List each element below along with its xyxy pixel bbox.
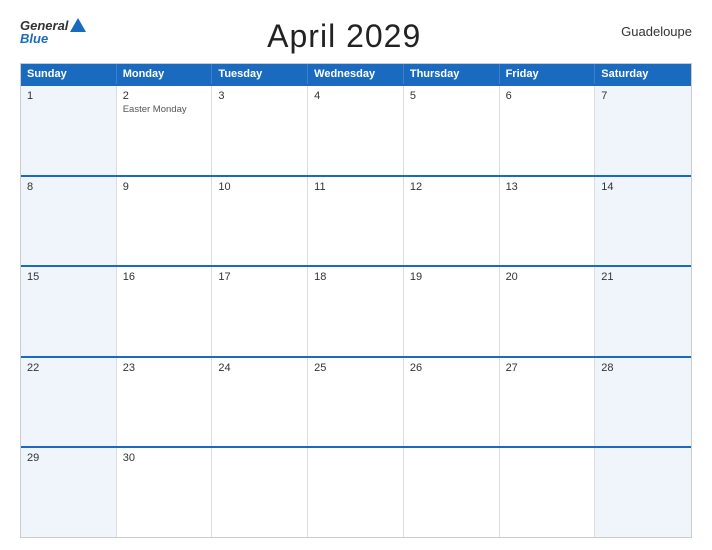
cal-cell: [595, 448, 691, 537]
cal-cell: 13: [500, 177, 596, 266]
logo: General Blue: [20, 18, 86, 46]
header-day-tuesday: Tuesday: [212, 64, 308, 84]
day-number: 26: [410, 362, 493, 374]
cal-cell: 25: [308, 358, 404, 447]
day-number: 23: [123, 362, 206, 374]
day-number: 2: [123, 90, 206, 102]
cal-cell: 27: [500, 358, 596, 447]
logo-triangle-icon: [70, 18, 86, 32]
cal-cell: 19: [404, 267, 500, 356]
day-number: 7: [601, 90, 685, 102]
cal-cell: 23: [117, 358, 213, 447]
day-number: 3: [218, 90, 301, 102]
cal-cell: 1: [21, 86, 117, 175]
cal-cell: 15: [21, 267, 117, 356]
cal-cell: 4: [308, 86, 404, 175]
cal-cell: 20: [500, 267, 596, 356]
cal-cell: 28: [595, 358, 691, 447]
cal-cell: 6: [500, 86, 596, 175]
header-day-saturday: Saturday: [595, 64, 691, 84]
cal-cell: 30: [117, 448, 213, 537]
day-number: 25: [314, 362, 397, 374]
cal-cell: 16: [117, 267, 213, 356]
day-number: 17: [218, 271, 301, 283]
cal-cell: 5: [404, 86, 500, 175]
header: General Blue April 2029 Guadeloupe: [20, 18, 692, 55]
month-title: April 2029: [86, 18, 602, 55]
header-day-wednesday: Wednesday: [308, 64, 404, 84]
day-number: 9: [123, 181, 206, 193]
region-label: Guadeloupe: [602, 18, 692, 39]
page: General Blue April 2029 Guadeloupe Sunda…: [0, 0, 712, 550]
cal-cell: 14: [595, 177, 691, 266]
cal-cell: [212, 448, 308, 537]
cal-cell: 12: [404, 177, 500, 266]
day-number: 4: [314, 90, 397, 102]
cal-cell: 7: [595, 86, 691, 175]
calendar-body: 12Easter Monday3456789101112131415161718…: [21, 84, 691, 537]
day-number: 1: [27, 90, 110, 102]
cal-cell: 17: [212, 267, 308, 356]
cal-cell: 18: [308, 267, 404, 356]
day-number: 14: [601, 181, 685, 193]
cal-cell: [500, 448, 596, 537]
day-number: 30: [123, 452, 206, 464]
cal-cell: 21: [595, 267, 691, 356]
title-area: April 2029: [86, 18, 602, 55]
cal-cell: 9: [117, 177, 213, 266]
header-day-thursday: Thursday: [404, 64, 500, 84]
day-number: 18: [314, 271, 397, 283]
day-number: 16: [123, 271, 206, 283]
calendar: SundayMondayTuesdayWednesdayThursdayFrid…: [20, 63, 692, 538]
day-number: 6: [506, 90, 589, 102]
day-number: 8: [27, 181, 110, 193]
week-row-1: 1 2 Easter Monday 3 4 5 67: [21, 84, 691, 175]
cal-cell: 11: [308, 177, 404, 266]
cal-cell: 22: [21, 358, 117, 447]
day-number: 29: [27, 452, 110, 464]
cal-cell: 26: [404, 358, 500, 447]
cal-cell: [404, 448, 500, 537]
day-number: 27: [506, 362, 589, 374]
cal-cell: [308, 448, 404, 537]
day-number: 15: [27, 271, 110, 283]
day-number: 10: [218, 181, 301, 193]
week-row-4: 22 23 24 25 26 27 28: [21, 356, 691, 447]
cal-cell: 8: [21, 177, 117, 266]
header-day-friday: Friday: [500, 64, 596, 84]
calendar-header: SundayMondayTuesdayWednesdayThursdayFrid…: [21, 64, 691, 84]
cal-cell: 29: [21, 448, 117, 537]
header-day-monday: Monday: [117, 64, 213, 84]
day-number: 11: [314, 181, 397, 193]
day-number: 28: [601, 362, 685, 374]
holiday-label: Easter Monday: [123, 104, 206, 115]
day-number: 13: [506, 181, 589, 193]
week-row-5: 29 30: [21, 446, 691, 537]
day-number: 12: [410, 181, 493, 193]
day-number: 5: [410, 90, 493, 102]
week-row-3: 15 16 17 18 19 20 21: [21, 265, 691, 356]
cal-cell: 2 Easter Monday: [117, 86, 213, 175]
cal-cell: 3: [212, 86, 308, 175]
day-number: 24: [218, 362, 301, 374]
cal-cell: 24: [212, 358, 308, 447]
cal-cell: 10: [212, 177, 308, 266]
week-row-2: 8 9 10 11 12 13 14: [21, 175, 691, 266]
logo-blue-text: Blue: [20, 31, 48, 46]
day-number: 20: [506, 271, 589, 283]
day-number: 22: [27, 362, 110, 374]
day-number: 21: [601, 271, 685, 283]
header-day-sunday: Sunday: [21, 64, 117, 84]
day-number: 19: [410, 271, 493, 283]
